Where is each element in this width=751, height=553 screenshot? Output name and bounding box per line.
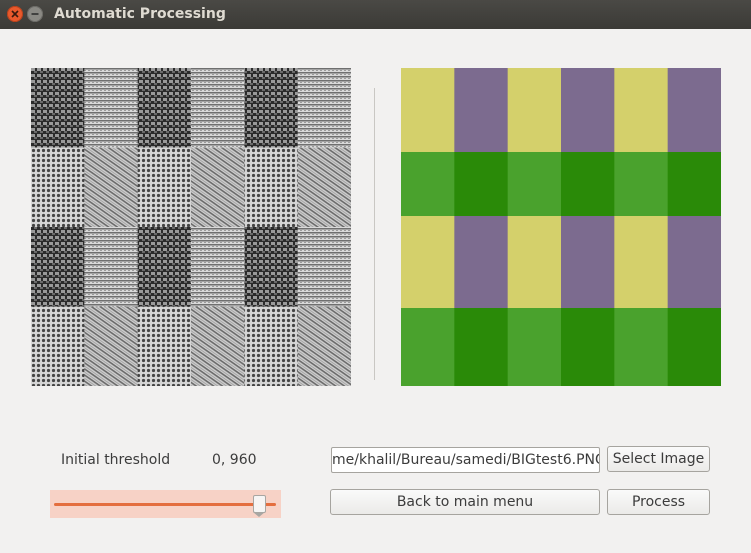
- segment-region: [614, 152, 669, 217]
- slider-handle[interactable]: [252, 495, 266, 517]
- segment-region: [507, 152, 562, 217]
- segment-region: [507, 308, 562, 386]
- texture-tile: [244, 306, 299, 386]
- texture-tile: [31, 227, 85, 307]
- texture-tile: [84, 147, 139, 228]
- texture-tile: [191, 227, 245, 307]
- segment-region: [614, 68, 669, 153]
- vertical-divider: [374, 88, 375, 380]
- texture-tile: [297, 227, 351, 307]
- back-to-main-menu-button[interactable]: Back to main menu: [330, 489, 600, 515]
- texture-tile: [191, 68, 245, 148]
- select-image-button[interactable]: Select Image: [607, 446, 710, 472]
- input-texture-image: [31, 68, 351, 386]
- segment-region: [401, 152, 455, 217]
- segment-region: [454, 216, 509, 309]
- texture-tile: [297, 306, 351, 386]
- texture-tile: [244, 68, 299, 148]
- texture-tile: [31, 306, 85, 386]
- process-button[interactable]: Process: [607, 489, 710, 515]
- file-path-field[interactable]: me/khalil/Bureau/samedi/BIGtest6.PNG: [331, 447, 600, 473]
- texture-tile: [84, 68, 139, 148]
- threshold-value: 0, 960: [212, 452, 257, 468]
- segment-region: [401, 68, 455, 153]
- texture-tile: [31, 147, 85, 228]
- threshold-slider[interactable]: [50, 490, 281, 518]
- segment-region: [454, 152, 509, 217]
- segmentation-result-image: [401, 68, 721, 386]
- close-icon[interactable]: [7, 6, 23, 22]
- segment-region: [561, 68, 615, 153]
- file-path-text: me/khalil/Bureau/samedi/BIGtest6.PNG: [332, 452, 600, 468]
- segment-region: [667, 68, 721, 153]
- texture-tile: [84, 306, 139, 386]
- segment-region: [667, 152, 721, 217]
- slider-track: [54, 503, 276, 506]
- segment-region: [401, 308, 455, 386]
- texture-tile: [297, 68, 351, 148]
- texture-tile: [244, 147, 299, 228]
- texture-tile: [244, 227, 299, 307]
- segment-region: [614, 308, 669, 386]
- threshold-label: Initial threshold: [61, 452, 171, 468]
- segment-region: [454, 308, 509, 386]
- segment-region: [401, 216, 455, 309]
- segment-region: [561, 152, 615, 217]
- texture-tile: [191, 147, 245, 228]
- texture-tile: [137, 306, 192, 386]
- segment-region: [667, 216, 721, 309]
- texture-tile: [297, 147, 351, 228]
- segment-region: [667, 308, 721, 386]
- texture-tile: [137, 68, 192, 148]
- segment-region: [561, 308, 615, 386]
- window-title: Automatic Processing: [54, 6, 226, 22]
- texture-tile: [137, 147, 192, 228]
- segment-region: [561, 216, 615, 309]
- texture-tile: [137, 227, 192, 307]
- segment-region: [507, 216, 562, 309]
- title-bar: Automatic Processing: [0, 0, 751, 29]
- segment-region: [614, 216, 669, 309]
- texture-tile: [31, 68, 85, 148]
- segment-region: [454, 68, 509, 153]
- texture-tile: [191, 306, 245, 386]
- texture-tile: [84, 227, 139, 307]
- minimize-icon[interactable]: [27, 6, 43, 22]
- segment-region: [507, 68, 562, 153]
